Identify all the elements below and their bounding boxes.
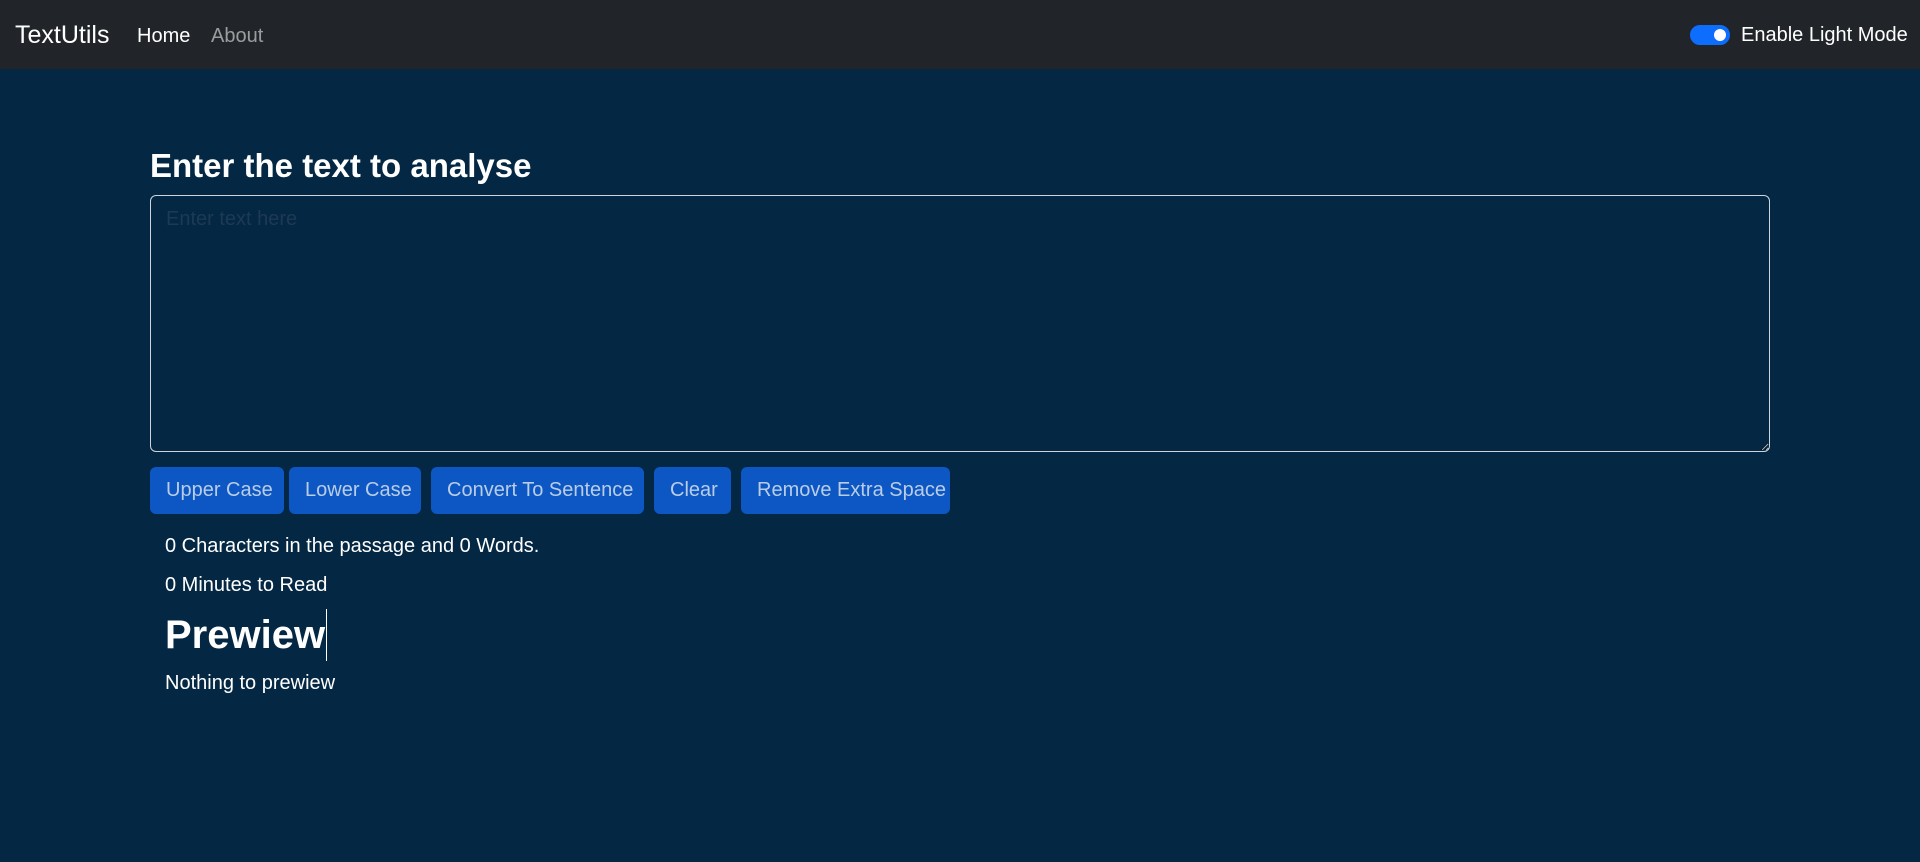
page-heading: Enter the text to analyse — [150, 147, 532, 184]
upper-case-button[interactable]: Upper Case — [150, 467, 284, 514]
clear-button[interactable]: Clear — [654, 467, 731, 514]
remove-extra-space-button[interactable]: Remove Extra Space — [741, 467, 950, 514]
preview-text: Nothing to prewiew — [165, 672, 336, 694]
toggle-knob — [1714, 29, 1726, 41]
lower-case-button[interactable]: Lower Case — [289, 467, 421, 514]
text-summary-counts: 0 Characters in the passage and 0 Words. — [165, 535, 540, 557]
light-mode-toggle[interactable]: Enable Light Mode — [1690, 22, 1908, 48]
nav-link-about[interactable]: About — [211, 24, 263, 48]
text-input-area[interactable] — [150, 195, 1770, 452]
brand-logo-text[interactable]: TextUtils — [15, 20, 109, 50]
text-summary-read-time: 0 Minutes to Read — [165, 574, 328, 596]
preview-heading-text: Prewiew — [165, 613, 326, 657]
toggle-switch[interactable] — [1690, 25, 1730, 45]
convert-to-sentence-button[interactable]: Convert To Sentence — [431, 467, 644, 514]
preview-heading: Prewiew — [165, 609, 328, 661]
toggle-label: Enable Light Mode — [1741, 24, 1908, 46]
text-cursor — [326, 609, 328, 661]
navbar: TextUtils Home About Enable Light Mode — [0, 0, 1920, 69]
nav-link-home[interactable]: Home — [137, 24, 190, 48]
